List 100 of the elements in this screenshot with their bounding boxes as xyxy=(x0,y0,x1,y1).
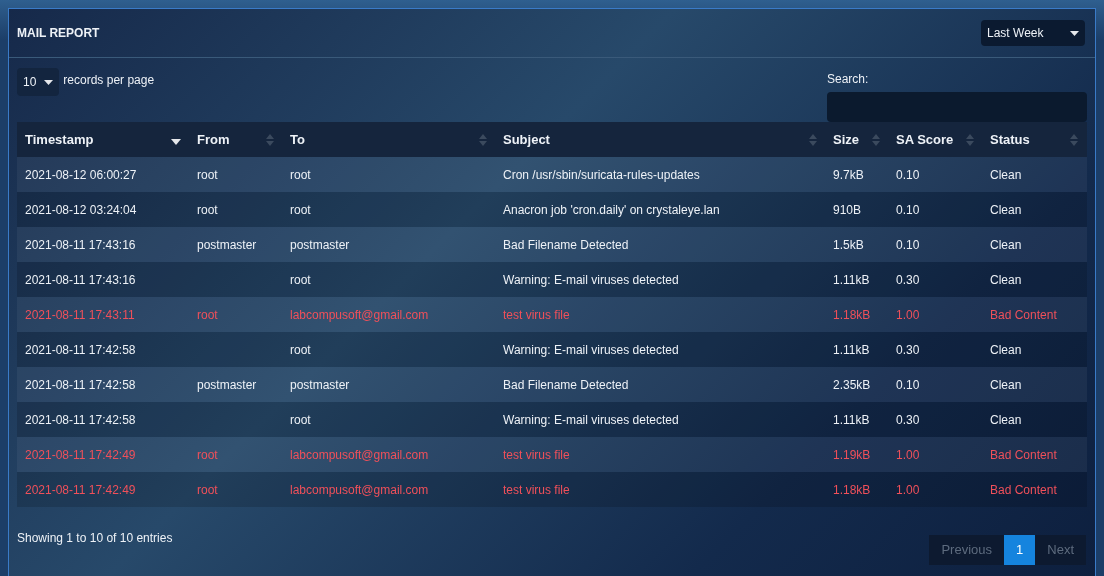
sort-icon xyxy=(809,133,817,146)
table-cell: 2021-08-12 03:24:04 xyxy=(25,202,137,217)
sort-icon xyxy=(479,133,487,146)
table-cell: 0.30 xyxy=(896,342,920,357)
column-header[interactable]: From xyxy=(189,122,282,157)
table-cell: Bad Content xyxy=(990,307,1057,322)
table-cell: Clean xyxy=(990,167,1022,182)
table-cell: test virus file xyxy=(503,482,570,497)
table-cell: 2021-08-11 17:43:11 xyxy=(25,307,135,322)
table-cell: 0.10 xyxy=(896,377,920,392)
table-cell: labcompusoft@gmail.com xyxy=(290,482,429,497)
column-header[interactable]: Timestamp xyxy=(17,122,189,157)
table-cell: labcompusoft@gmail.com xyxy=(290,307,429,322)
table-cell: 1.5kB xyxy=(833,237,864,252)
table-cell: 0.10 xyxy=(896,202,920,217)
table-cell: postmaster xyxy=(197,377,257,392)
table-cell: postmaster xyxy=(290,237,350,252)
table-cell: root xyxy=(197,307,218,322)
table-cell: root xyxy=(290,412,311,427)
search-field[interactable] xyxy=(827,92,1087,122)
table-row[interactable]: 2021-08-12 03:24:04 root root Anacron job 'cron.daily' on crystaleye.lan 910B 0.10 Clean xyxy=(17,192,1087,227)
table-cell: 2.35kB xyxy=(833,377,871,392)
page-length-select[interactable]: 10 xyxy=(17,68,60,96)
table-cell: 2021-08-12 06:00:27 xyxy=(25,167,137,182)
column-header[interactable]: Subject xyxy=(495,122,825,157)
pagination-button[interactable]: 1 xyxy=(1004,535,1036,565)
table-row[interactable]: 2021-08-11 17:43:16 root Warning: E-mail viruses detected 1.11kB 0.30 Clean xyxy=(17,262,1087,297)
table-cell: Clean xyxy=(990,342,1022,357)
table-cell: root xyxy=(197,447,218,462)
table-cell: root xyxy=(290,272,311,287)
table-cell: 1.00 xyxy=(896,447,920,462)
table-cell: 1.11kB xyxy=(833,342,870,357)
column-header[interactable]: Status xyxy=(982,122,1086,157)
table-row[interactable]: 2021-08-11 17:42:49 root labcompusoft@gmail.com test virus file 1.18kB 1.00 Bad Content xyxy=(17,472,1087,507)
table-row[interactable]: 2021-08-12 06:00:27 root root Cron /usr/sbin/suricata-rules-updates 9.7kB 0.10 Clean xyxy=(17,157,1087,192)
column-header[interactable]: To xyxy=(282,122,495,157)
table-cell: Clean xyxy=(990,377,1022,392)
table-row[interactable]: 2021-08-11 17:43:16 postmaster postmaster Bad Filename Detected 1.5kB 0.10 Clean xyxy=(17,227,1087,262)
table-cell: 2021-08-11 17:42:49 xyxy=(25,482,136,497)
table-cell: Clean xyxy=(990,237,1022,252)
table-cell: Bad Content xyxy=(990,447,1057,462)
period-dropdown[interactable]: Last Week xyxy=(981,20,1085,46)
table-cell: 910B xyxy=(833,202,862,217)
table-cell: test virus file xyxy=(503,307,570,322)
page-length-label: records per page xyxy=(63,72,155,89)
table-cell: Cron /usr/sbin/suricata-rules-updates xyxy=(503,167,700,182)
table-cell: 1.00 xyxy=(896,482,920,497)
table-cell: root xyxy=(290,342,311,357)
table-cell: 1.18kB xyxy=(833,482,871,497)
table-cell: 0.30 xyxy=(896,412,920,427)
table-cell: Clean xyxy=(990,272,1022,287)
table-cell: 2021-08-11 17:43:16 xyxy=(25,237,136,252)
table-cell: 2021-08-11 17:42:58 xyxy=(25,377,136,392)
table-cell: 1.18kB xyxy=(833,307,871,322)
table-row[interactable]: 2021-08-11 17:43:11 root labcompusoft@gmail.com test virus file 1.18kB 1.00 Bad Content xyxy=(17,297,1087,332)
caret-icon xyxy=(44,79,54,85)
panel-title: MAIL REPORT xyxy=(17,25,100,42)
table-cell: 2021-08-11 17:42:49 xyxy=(25,447,136,462)
table-cell: test virus file xyxy=(503,447,570,462)
sort-icon xyxy=(266,133,274,146)
table-cell: labcompusoft@gmail.com xyxy=(290,447,429,462)
table-cell: 2021-08-11 17:43:16 xyxy=(25,272,136,287)
table-cell: Bad Filename Detected xyxy=(503,377,629,392)
sort-descending-icon xyxy=(171,138,181,145)
table-cell: Bad Content xyxy=(990,482,1057,497)
table-cell: 2021-08-11 17:42:58 xyxy=(25,412,136,427)
table-row[interactable]: 2021-08-11 17:42:58 root Warning: E-mail viruses detected 1.11kB 0.30 Clean xyxy=(17,402,1087,437)
table-cell: 0.10 xyxy=(896,167,920,182)
table-row[interactable]: 2021-08-11 17:42:58 postmaster postmaster Bad Filename Detected 2.35kB 0.10 Clean xyxy=(17,367,1087,402)
table-row[interactable]: 2021-08-11 17:42:58 root Warning: E-mail viruses detected 1.11kB 0.30 Clean xyxy=(17,332,1087,367)
sort-icon xyxy=(872,133,880,146)
table-cell: 9.7kB xyxy=(833,167,864,182)
table-cell: Bad Filename Detected xyxy=(503,237,629,252)
table-cell: Warning: E-mail viruses detected xyxy=(503,272,679,287)
table-cell: root xyxy=(197,202,218,217)
table-cell: 1.11kB xyxy=(833,272,870,287)
sort-icon xyxy=(1070,133,1078,146)
table-cell: Warning: E-mail viruses detected xyxy=(503,342,679,357)
table-cell: 0.30 xyxy=(896,272,920,287)
caret-icon xyxy=(1070,30,1079,36)
table-cell: Warning: E-mail viruses detected xyxy=(503,412,679,427)
table-cell: root xyxy=(197,167,218,182)
table-cell: root xyxy=(290,202,311,217)
table-cell: Anacron job 'cron.daily' on crystaleye.lan xyxy=(503,202,720,217)
entries-info: Showing 1 to 10 of 10 entries xyxy=(17,530,173,547)
column-header[interactable]: SA Score xyxy=(888,122,982,157)
table-cell: 2021-08-11 17:42:58 xyxy=(25,342,136,357)
table-cell: postmaster xyxy=(197,237,257,252)
table-cell: 1.11kB xyxy=(833,412,870,427)
table-cell: Clean xyxy=(990,202,1022,217)
table-cell: 0.10 xyxy=(896,237,920,252)
table-cell: root xyxy=(290,167,311,182)
search-label: Search: xyxy=(827,71,870,88)
column-header[interactable]: Size xyxy=(825,122,888,157)
table-cell: root xyxy=(197,482,218,497)
table-cell: 1.19kB xyxy=(833,447,871,462)
sort-icon xyxy=(966,133,974,146)
table-cell: postmaster xyxy=(290,377,350,392)
table-row[interactable]: 2021-08-11 17:42:49 root labcompusoft@gmail.com test virus file 1.19kB 1.00 Bad Content xyxy=(17,437,1087,472)
table-cell: Clean xyxy=(990,412,1022,427)
